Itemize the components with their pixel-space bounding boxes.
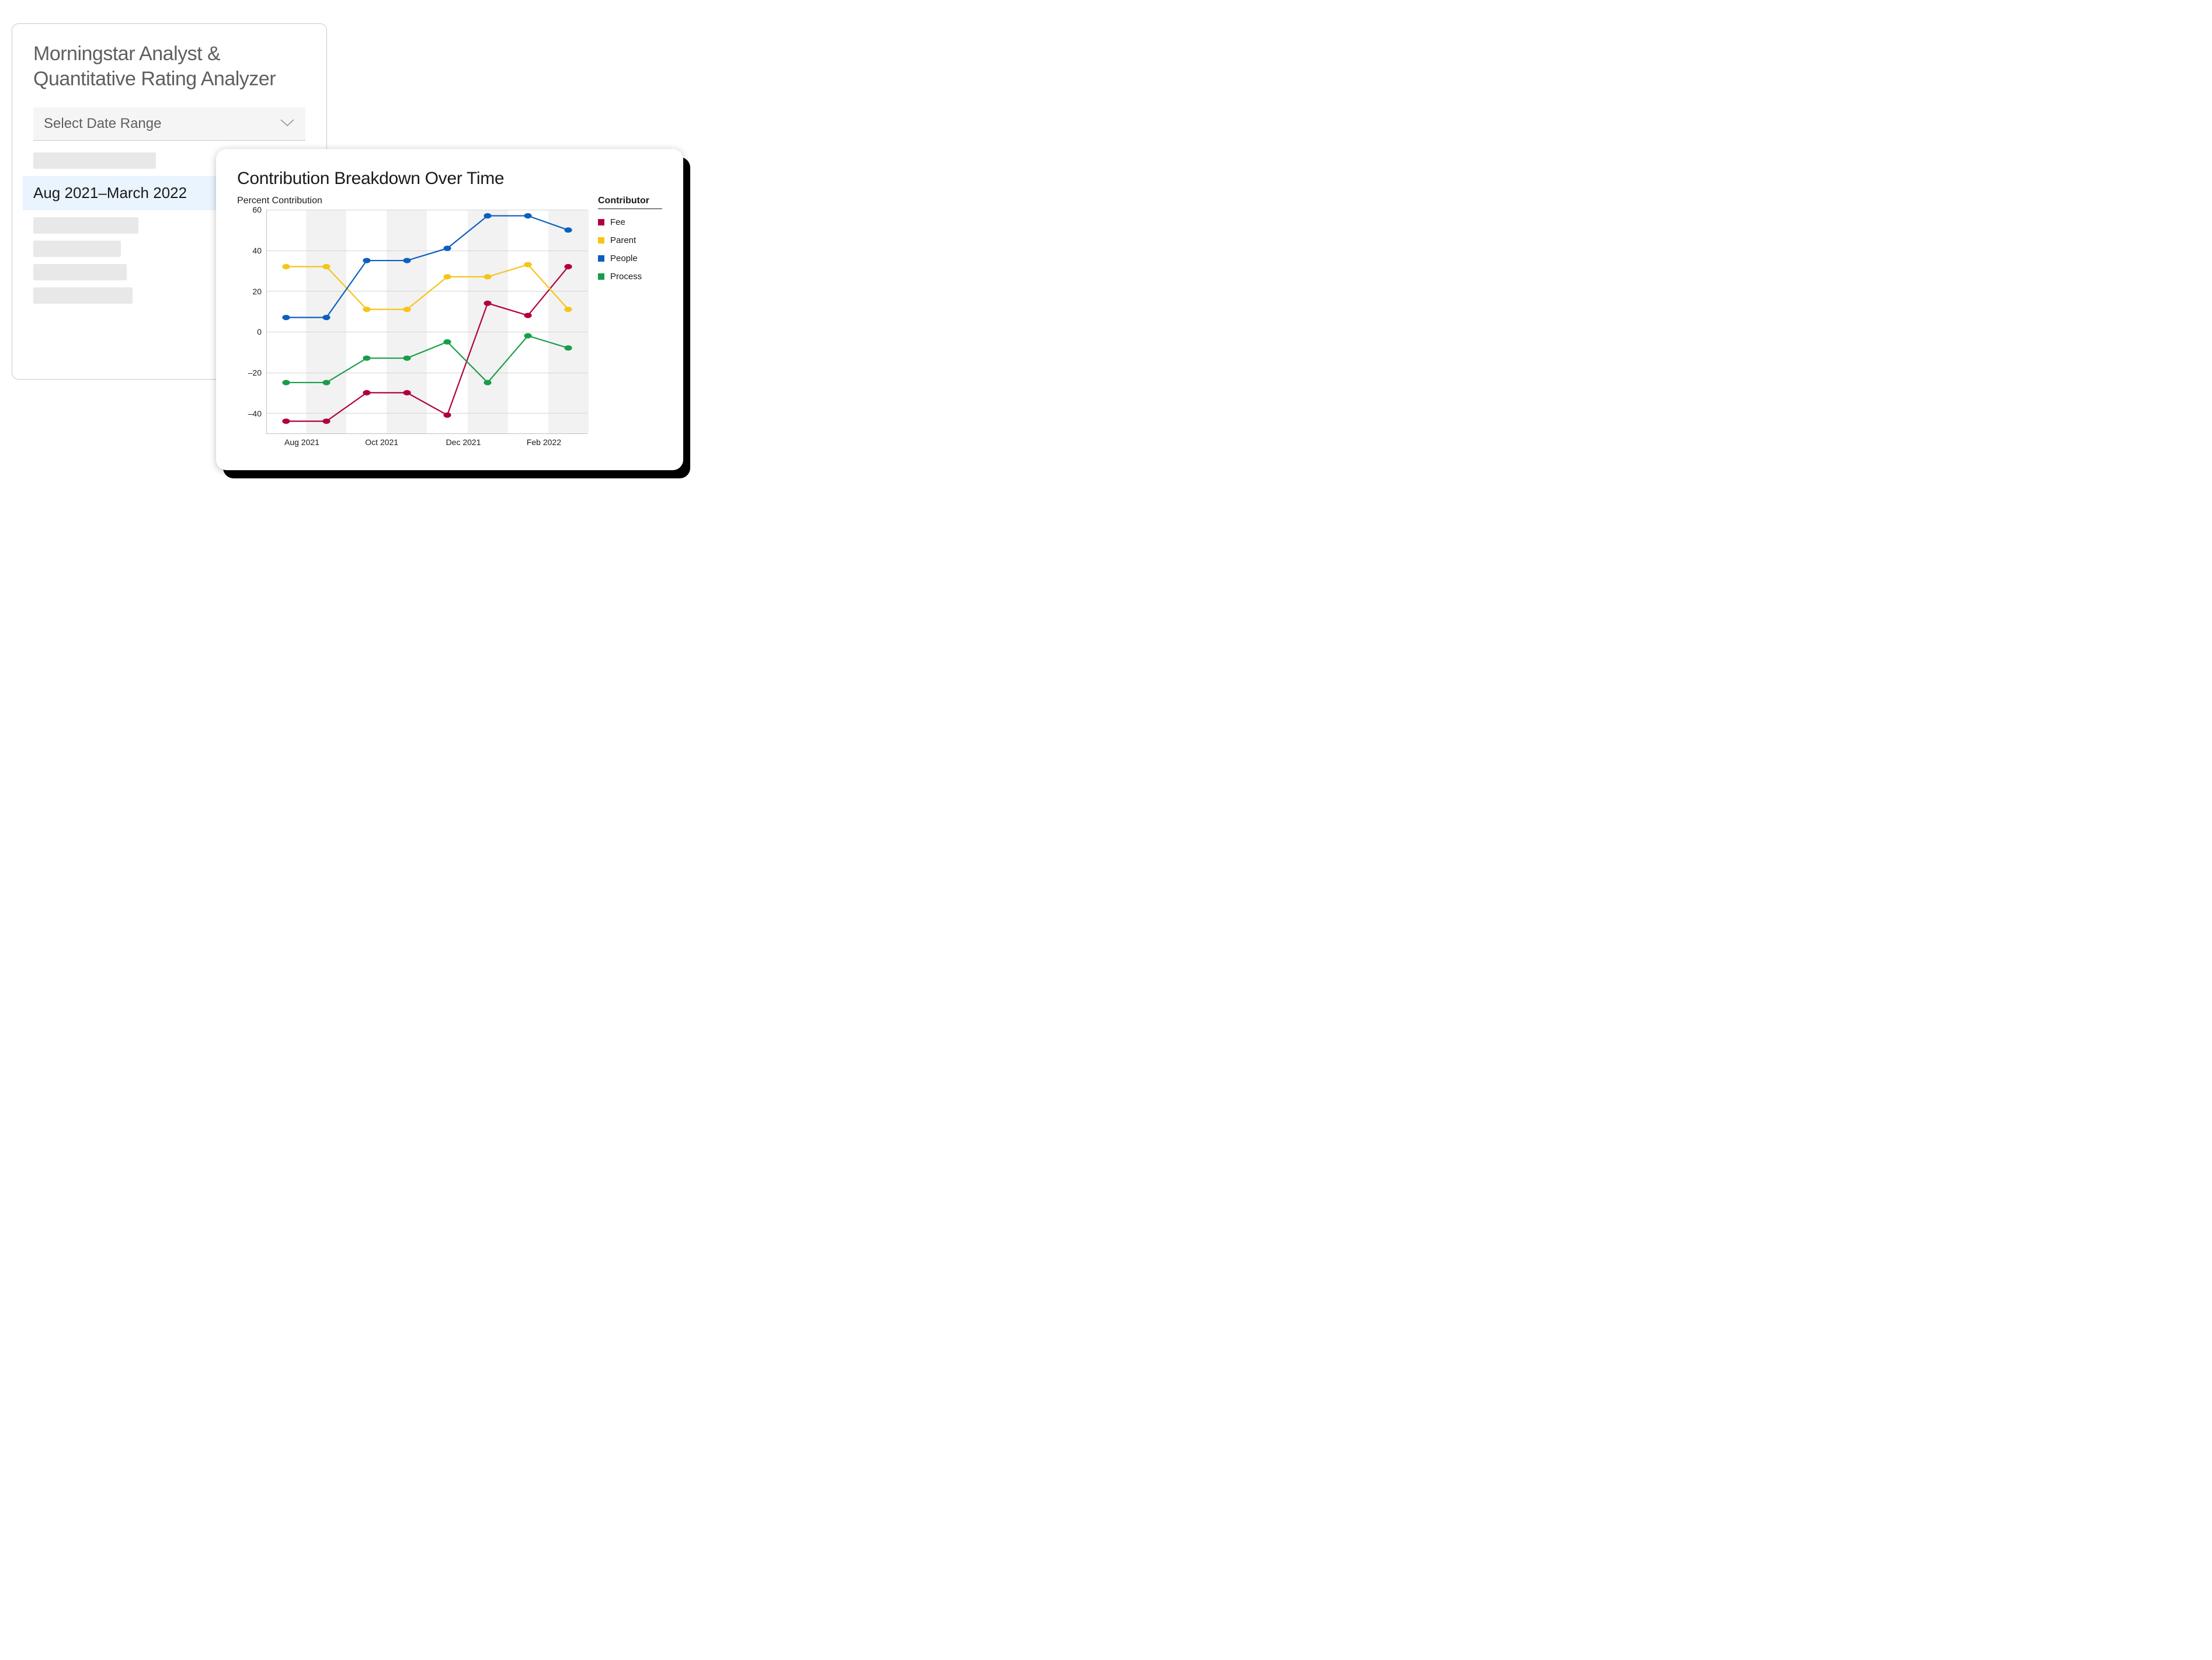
series-point-parent [403,307,411,312]
legend-swatch-icon [598,255,604,262]
option-placeholder[interactable] [33,287,133,304]
series-point-process [484,380,491,385]
legend-swatch-icon [598,237,604,244]
series-point-people [322,315,330,320]
legend-title: Contributor [598,196,662,209]
series-point-process [322,380,330,385]
series-point-people [484,213,491,218]
series-point-people [363,258,370,263]
series-point-process [443,339,451,345]
date-range-select[interactable]: Select Date Range [33,107,305,141]
x-tick-label: Feb 2022 [527,437,561,447]
option-placeholder[interactable] [33,152,156,169]
series-point-process [282,380,290,385]
x-tick-label: Dec 2021 [446,437,481,447]
legend-item-parent[interactable]: Parent [598,235,662,245]
series-point-process [363,356,370,361]
series-point-fee [363,390,370,395]
series-line-parent [286,265,568,310]
series-point-people [564,227,572,232]
option-placeholder[interactable] [33,264,127,280]
series-point-people [524,213,531,218]
legend-label: Parent [610,235,636,245]
option-placeholder[interactable] [33,241,121,257]
legend-label: Process [610,272,642,282]
y-axis-label: Percent Contribution [237,196,587,206]
y-tick-label: 20 [252,287,262,296]
series-point-parent [282,264,290,269]
series-point-fee [484,301,491,306]
chevron-down-icon [280,117,295,131]
x-tick-label: Oct 2021 [365,437,398,447]
series-point-fee [564,264,572,269]
series-point-fee [322,419,330,424]
y-tick-label: 60 [252,205,262,214]
series-point-process [524,333,531,338]
option-label: Aug 2021–March 2022 [33,184,187,202]
legend-item-people[interactable]: People [598,253,662,263]
series-line-process [286,336,568,383]
series-point-fee [282,419,290,424]
series-point-process [564,345,572,350]
x-axis: Aug 2021 Oct 2021 Dec 2021 Feb 2022 [266,434,587,450]
series-point-parent [363,307,370,312]
date-range-label: Select Date Range [44,116,161,132]
chart-panel: Contribution Breakdown Over Time Percent… [216,149,683,470]
series-point-fee [443,412,451,418]
y-tick-label: –20 [248,368,262,377]
x-tick-label: Aug 2021 [284,437,319,447]
chart-legend: Contributor Fee Parent People Process [598,196,662,450]
series-point-parent [322,264,330,269]
series-point-fee [524,312,531,318]
legend-swatch-icon [598,273,604,280]
legend-label: People [610,253,638,263]
panel-title: Morningstar Analyst & Quantitative Ratin… [33,41,305,91]
legend-swatch-icon [598,219,604,225]
legend-item-process[interactable]: Process [598,272,662,282]
series-point-parent [564,307,572,312]
chart-svg [267,210,587,433]
series-point-parent [524,262,531,267]
series-point-fee [403,390,411,395]
series-point-parent [484,274,491,279]
series-point-people [443,246,451,251]
option-placeholder[interactable] [33,217,138,234]
series-line-fee [286,266,568,421]
y-tick-label: –40 [248,409,262,418]
series-point-process [403,356,411,361]
y-axis: –40–200204060 [237,210,266,434]
chart-title: Contribution Breakdown Over Time [237,169,662,189]
series-point-parent [443,274,451,279]
legend-label: Fee [610,217,625,227]
legend-item-fee[interactable]: Fee [598,217,662,227]
series-point-people [403,258,411,263]
y-tick-label: 0 [257,327,262,336]
chart-plot-area [266,210,587,434]
series-point-people [282,315,290,320]
y-tick-label: 40 [252,246,262,255]
